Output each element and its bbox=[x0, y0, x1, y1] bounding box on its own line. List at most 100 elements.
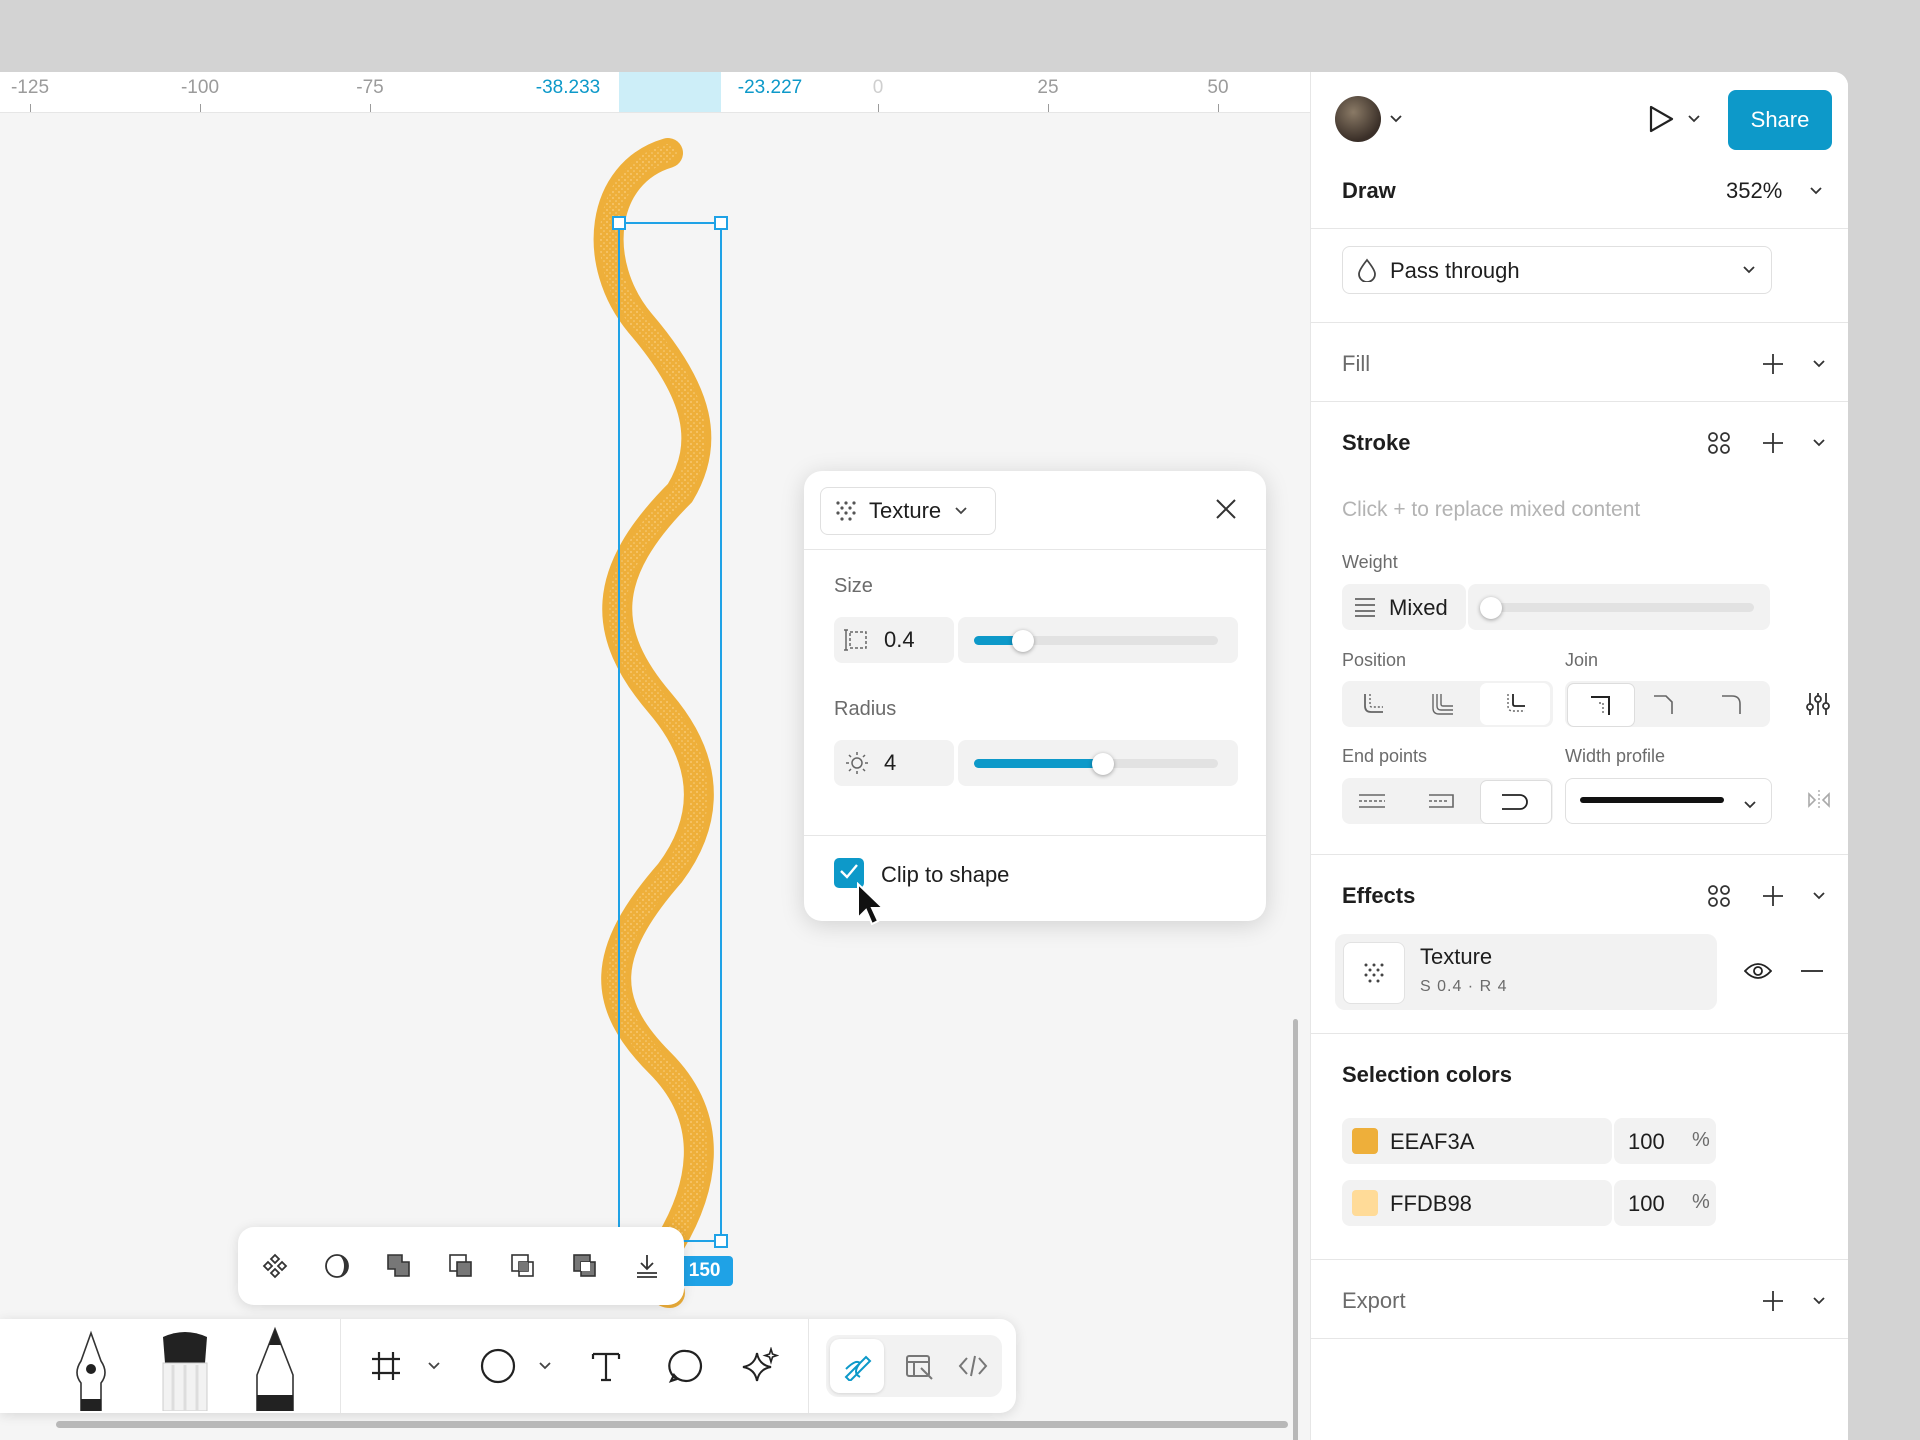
resize-handle-tr[interactable] bbox=[714, 216, 728, 230]
pen-tool-icon[interactable] bbox=[60, 1325, 122, 1411]
intersect-icon[interactable] bbox=[504, 1247, 542, 1285]
text-tool-icon[interactable] bbox=[586, 1346, 626, 1386]
cap-round-icon[interactable] bbox=[1480, 780, 1552, 824]
chevron-down-icon[interactable] bbox=[1811, 435, 1827, 451]
weight-label: Weight bbox=[1342, 552, 1398, 572]
color-row-1[interactable]: EEAF3A bbox=[1342, 1118, 1612, 1164]
resize-handle-tl[interactable] bbox=[612, 216, 626, 230]
effect-detail: S 0.4 · R 4 bbox=[1420, 978, 1508, 995]
weight-slider-thumb[interactable] bbox=[1480, 597, 1502, 619]
stroke-inside-icon[interactable] bbox=[1356, 690, 1390, 718]
opacity-unit: % bbox=[1692, 1129, 1710, 1151]
pencil-tool-icon[interactable] bbox=[244, 1325, 306, 1411]
selection-colors-title: Selection colors bbox=[1342, 1062, 1512, 1087]
chevron-down-icon[interactable] bbox=[1387, 110, 1405, 128]
add-export-icon[interactable] bbox=[1759, 1287, 1787, 1315]
weight-input[interactable]: Mixed bbox=[1342, 584, 1466, 630]
stroke-center-icon[interactable] bbox=[1426, 690, 1460, 718]
join-bevel-icon[interactable] bbox=[1647, 690, 1681, 718]
ai-sparkle-icon[interactable] bbox=[738, 1344, 782, 1388]
ruler-label: 50 bbox=[1207, 77, 1229, 98]
comment-tool-icon[interactable] bbox=[664, 1344, 708, 1388]
texture-type-label: Texture bbox=[869, 498, 942, 523]
zoom-level[interactable]: 352% bbox=[1726, 178, 1782, 204]
flatten-icon[interactable] bbox=[628, 1247, 666, 1285]
clip-to-shape-label[interactable]: Clip to shape bbox=[881, 862, 1009, 888]
horizontal-scrollbar[interactable] bbox=[56, 1421, 1288, 1428]
texture-icon[interactable] bbox=[1343, 942, 1405, 1004]
end-points-group bbox=[1342, 778, 1553, 824]
stroke-outside-icon[interactable] bbox=[1480, 683, 1550, 725]
export-title: Export bbox=[1342, 1288, 1406, 1313]
color-swatch[interactable] bbox=[1352, 1190, 1378, 1216]
size-input[interactable]: 0.4 bbox=[834, 617, 954, 663]
eye-icon[interactable] bbox=[1741, 954, 1775, 988]
color-row-2[interactable]: FFDB98 bbox=[1342, 1180, 1612, 1226]
size-slider-thumb[interactable] bbox=[1011, 630, 1034, 652]
texture-effect-item[interactable]: Texture S 0.4 · R 4 bbox=[1335, 934, 1717, 1010]
chevron-down-icon[interactable] bbox=[1811, 888, 1827, 904]
exclude-icon[interactable] bbox=[566, 1247, 604, 1285]
style-grid-icon[interactable] bbox=[1705, 882, 1733, 910]
style-grid-icon[interactable] bbox=[1705, 429, 1733, 457]
cap-square-icon[interactable] bbox=[1426, 787, 1460, 815]
texture-popup: Texture Size 0.4 Radius 4 Clip to shape bbox=[804, 471, 1266, 926]
color-swatch[interactable] bbox=[1352, 1128, 1378, 1154]
color-hex: EEAF3A bbox=[1390, 1129, 1475, 1154]
mask-icon[interactable] bbox=[318, 1247, 356, 1285]
remove-effect-icon[interactable] bbox=[1797, 958, 1827, 984]
play-icon[interactable] bbox=[1643, 100, 1679, 138]
blend-mode-value: Pass through bbox=[1390, 258, 1520, 283]
join-miter-icon[interactable] bbox=[1567, 683, 1635, 727]
blend-mode-dropdown[interactable]: Pass through bbox=[1342, 246, 1772, 294]
resize-handle-br[interactable] bbox=[714, 1234, 728, 1248]
chevron-down-icon[interactable] bbox=[1811, 1293, 1827, 1309]
ellipse-tool-icon[interactable] bbox=[476, 1344, 520, 1388]
draw-mode-icon[interactable] bbox=[830, 1339, 884, 1393]
flip-width-icon[interactable] bbox=[1805, 788, 1833, 812]
radius-slider[interactable] bbox=[958, 740, 1238, 786]
dev-mode-icon[interactable] bbox=[946, 1339, 1000, 1393]
color-opacity-2[interactable]: 100 % bbox=[1614, 1180, 1716, 1226]
design-mode-icon[interactable] bbox=[892, 1339, 946, 1393]
width-profile-dropdown[interactable] bbox=[1565, 778, 1772, 824]
stroke-title: Stroke bbox=[1342, 430, 1411, 455]
chevron-down-icon bbox=[1744, 796, 1756, 814]
texture-type-dropdown[interactable]: Texture bbox=[820, 487, 996, 535]
ruler-label: -100 bbox=[180, 77, 220, 98]
join-round-icon[interactable] bbox=[1715, 690, 1749, 718]
radius-slider-fill bbox=[974, 759, 1104, 768]
vertical-scrollbar[interactable] bbox=[1293, 1019, 1298, 1440]
radius-input[interactable]: 4 bbox=[834, 740, 954, 786]
size-label: Size bbox=[834, 575, 873, 597]
avatar[interactable] bbox=[1335, 96, 1381, 142]
add-fill-icon[interactable] bbox=[1759, 350, 1787, 378]
chevron-down-icon[interactable] bbox=[424, 1356, 444, 1376]
component-icon[interactable] bbox=[256, 1247, 294, 1285]
union-icon[interactable] bbox=[380, 1247, 418, 1285]
chevron-down-icon[interactable] bbox=[1685, 110, 1703, 128]
fill-title: Fill bbox=[1342, 351, 1371, 376]
add-stroke-icon[interactable] bbox=[1759, 429, 1787, 457]
frame-tool-icon[interactable] bbox=[366, 1346, 406, 1386]
brush-tool-icon[interactable] bbox=[150, 1325, 220, 1411]
subtract-icon[interactable] bbox=[442, 1247, 480, 1285]
size-slider[interactable] bbox=[958, 617, 1238, 663]
stroke-settings-icon[interactable] bbox=[1803, 689, 1833, 719]
cap-none-icon[interactable] bbox=[1356, 787, 1390, 815]
chevron-down-icon[interactable] bbox=[535, 1356, 555, 1376]
radius-slider-thumb[interactable] bbox=[1092, 753, 1115, 775]
chevron-down-icon bbox=[955, 502, 967, 520]
ruler-label: -75 bbox=[356, 77, 384, 98]
chevron-down-icon bbox=[1743, 261, 1755, 279]
add-effect-icon[interactable] bbox=[1759, 882, 1787, 910]
chevron-down-icon[interactable] bbox=[1811, 356, 1827, 372]
draw-title: Draw bbox=[1342, 178, 1396, 203]
chevron-down-icon[interactable] bbox=[1807, 182, 1825, 200]
effects-title: Effects bbox=[1342, 883, 1416, 908]
weight-value: Mixed bbox=[1389, 595, 1448, 620]
share-button[interactable]: Share bbox=[1728, 90, 1832, 150]
close-icon[interactable] bbox=[1214, 497, 1238, 526]
weight-slider[interactable] bbox=[1468, 584, 1770, 630]
color-opacity-1[interactable]: 100 % bbox=[1614, 1118, 1716, 1164]
